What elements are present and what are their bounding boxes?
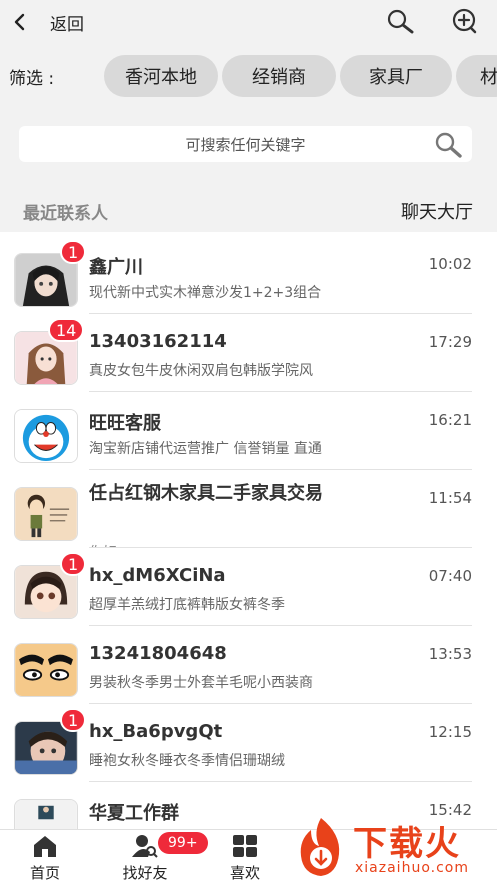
filter-chip[interactable]: 经销商	[222, 55, 336, 97]
contact-time: 11:54	[428, 489, 472, 507]
filter-bar: 筛选 : 香河本地 经销商 家具厂 材	[0, 44, 497, 108]
contact-list: 1 鑫广川 现代新中式实木禅意沙发1+2+3组合 10:02 14 134031…	[0, 236, 497, 829]
contact-row[interactable]: 1 hx_dM6XCiNa 超厚羊羔绒打底裤韩版女裤冬季 07:40	[0, 548, 497, 626]
section-header: 最近联系人 聊天大厅	[0, 186, 497, 232]
contact-message: 男装秋冬季男士外套羊毛呢小西装商	[89, 675, 313, 691]
search-placeholder: 可搜索任何关键字	[185, 136, 306, 154]
search-icon[interactable]	[433, 130, 463, 160]
chevron-left-icon	[14, 13, 25, 31]
contact-row[interactable]: 1 hx_Ba6pvgQt 睡袍女秋冬睡衣冬季情侣珊瑚绒 12:15	[0, 704, 497, 782]
filter-chip[interactable]: 香河本地	[104, 55, 218, 97]
contact-row[interactable]: 1 鑫广川 现代新中式实木禅意沙发1+2+3组合 10:02	[0, 236, 497, 314]
contact-time: 12:15	[428, 723, 472, 741]
contact-row[interactable]: 13241804648 男装秋冬季男士外套羊毛呢小西装商 13:53	[0, 626, 497, 704]
contact-name: 华夏工作群	[89, 803, 179, 824]
filter-label: 筛选 :	[9, 69, 55, 89]
contact-name: hx_Ba6pvgQt	[89, 721, 223, 742]
contact-name: 13403162114	[89, 331, 227, 352]
search-input[interactable]: 可搜索任何关键字	[19, 126, 472, 162]
tab-label: 喜欢	[229, 864, 260, 882]
flame-logo-icon	[300, 818, 340, 876]
contact-time: 13:53	[428, 645, 472, 663]
contact-time: 17:29	[428, 333, 472, 351]
find-friends-icon	[132, 835, 158, 858]
app-screen: 返回 筛选 : 香河本地 经销商 家具厂 材 可搜索任何关键字 最近联系人 聊天…	[0, 0, 497, 883]
grid-icon	[233, 835, 257, 857]
top-nav-bar: 返回	[0, 0, 497, 44]
watermark-url: xiazaihuo.com	[355, 860, 469, 876]
contact-name: 任占红钢木家具二手家具交易	[89, 483, 323, 504]
search-icon[interactable]	[385, 7, 415, 37]
contact-message: 现代新中式实木禅意沙发1+2+3组合	[89, 285, 322, 301]
friends-badge: 99+	[158, 832, 208, 854]
contact-row[interactable]: 任占红钢木家具二手家具交易 你好 11:54	[0, 470, 497, 548]
contact-time: 07:40	[428, 567, 472, 585]
search-area: 可搜索任何关键字	[0, 108, 497, 186]
recent-contacts-title: 最近联系人	[23, 204, 108, 224]
watermark-text: 下载火	[353, 824, 461, 864]
contact-time: 16:21	[428, 411, 472, 429]
group-avatar	[14, 799, 78, 829]
unread-badge: 1	[60, 708, 87, 732]
add-circle-icon[interactable]	[450, 7, 480, 37]
contact-message: 睡袍女秋冬睡衣冬季情侣珊瑚绒	[89, 753, 285, 769]
contact-message: 淘宝新店铺代运营推广 信誉销量 直通	[89, 441, 322, 457]
contact-message: 真皮女包牛皮休闲双肩包韩版学院风	[89, 363, 313, 379]
unread-badge: 1	[60, 240, 87, 264]
unread-badge: 1	[60, 552, 87, 576]
contact-row[interactable]: 旺旺客服 淘宝新店铺代运营推广 信誉销量 直通 16:21	[0, 392, 497, 470]
unread-badge: 14	[48, 318, 85, 342]
back-label: 返回	[50, 14, 84, 35]
tab-label: 首页	[29, 864, 60, 882]
back-button[interactable]: 返回	[12, 8, 84, 36]
contact-name: hx_dM6XCiNa	[89, 565, 226, 586]
watermark: 下载火 xiazaihuo.com	[291, 812, 497, 883]
filter-chip[interactable]: 家具厂	[340, 55, 452, 97]
contact-row[interactable]: 14 13403162114 真皮女包牛皮休闲双肩包韩版学院风 17:29	[0, 314, 497, 392]
contact-time: 10:02	[428, 255, 472, 273]
contact-name: 13241804648	[89, 643, 227, 664]
contact-message: 超厚羊羔绒打底裤韩版女裤冬季	[89, 597, 285, 613]
contact-name: 旺旺客服	[89, 413, 161, 434]
eyebrows-avatar	[14, 643, 78, 697]
tab-home[interactable]: 首页	[5, 830, 85, 883]
tab-label: 找好友	[122, 864, 168, 882]
filter-chip[interactable]: 材	[456, 55, 497, 97]
contact-name: 鑫广川	[89, 257, 143, 278]
cartoon-boy-avatar	[14, 487, 78, 541]
tab-likes[interactable]: 喜欢	[205, 830, 285, 883]
doraemon-avatar	[14, 409, 78, 463]
chat-lobby-link[interactable]: 聊天大厅	[401, 198, 473, 224]
home-icon	[34, 836, 56, 857]
